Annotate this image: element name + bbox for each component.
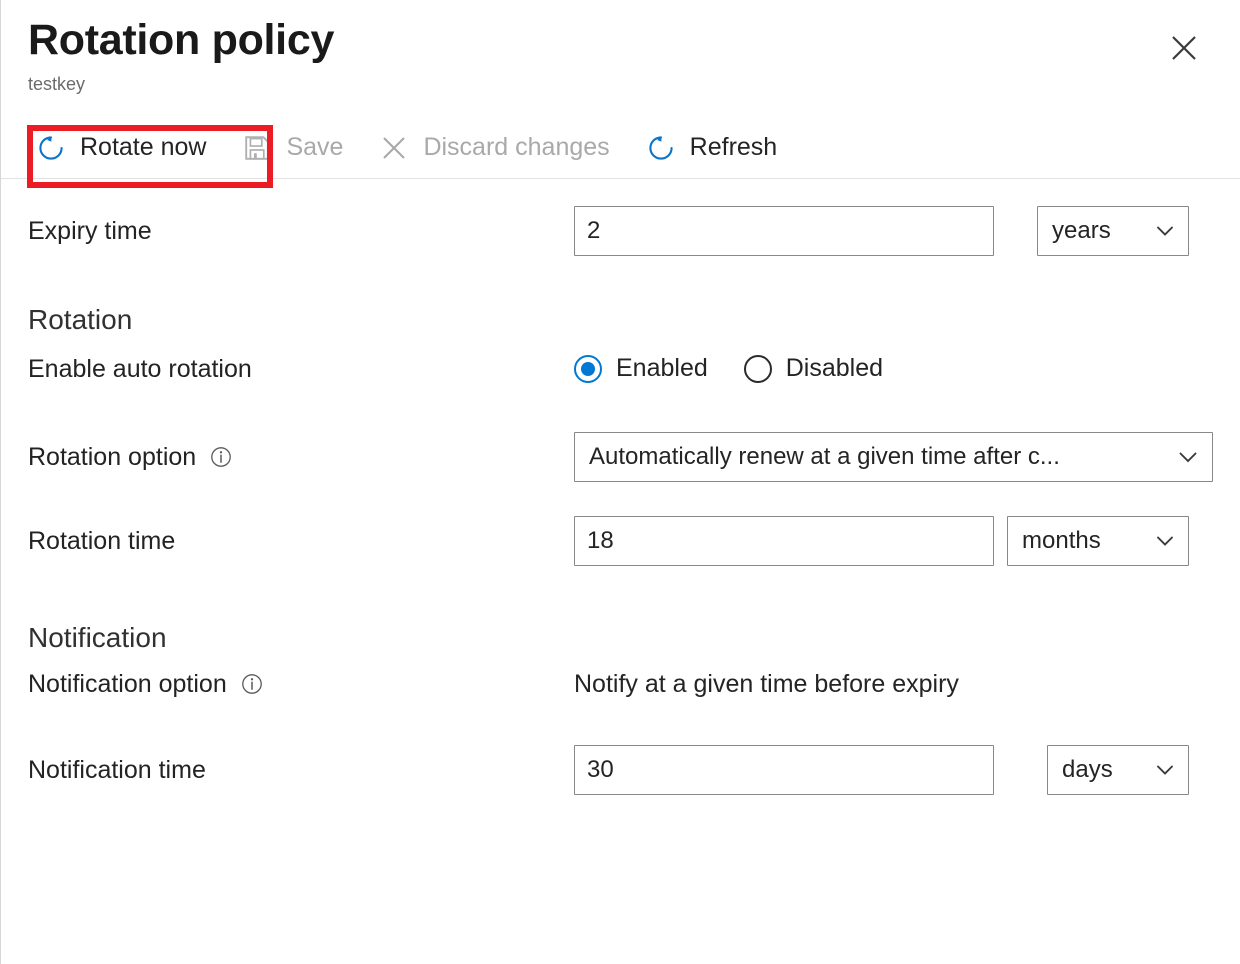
notification-time-row: Notification time days (28, 742, 1213, 798)
discard-icon (379, 133, 409, 163)
radio-option-enabled[interactable]: Enabled (574, 354, 708, 383)
rotation-time-label: Rotation time (28, 526, 175, 556)
expiry-time-row: Expiry time years (28, 203, 1213, 259)
notification-option-label: Notification option (28, 669, 227, 699)
rotation-option-row: Rotation option Automatically renew at a… (28, 429, 1213, 485)
enable-auto-rotation-label: Enable auto rotation (28, 354, 252, 384)
radio-enabled-mark (574, 355, 602, 383)
rotation-option-dropdown[interactable]: Automatically renew at a given time afte… (574, 432, 1213, 482)
notification-time-unit-slot: days (1047, 745, 1189, 795)
enable-auto-rotation-label-wrap: Enable auto rotation (28, 354, 574, 384)
notification-option-label-wrap: Notification option (28, 669, 574, 699)
close-icon (1169, 33, 1199, 63)
radio-disabled-label: Disabled (786, 354, 883, 383)
notification-time-label-wrap: Notification time (28, 755, 574, 785)
expiry-time-label: Expiry time (28, 216, 152, 246)
chevron-down-icon (1154, 759, 1176, 781)
rotation-time-unit-value: months (1022, 527, 1101, 555)
notification-time-label: Notification time (28, 755, 206, 785)
info-icon[interactable] (241, 673, 263, 695)
rotate-now-button[interactable]: Rotate now (28, 125, 216, 171)
notification-option-value: Notify at a given time before expiry (574, 669, 959, 699)
refresh-label: Refresh (690, 133, 778, 162)
save-icon (242, 133, 272, 163)
notification-option-row: Notification option Notify at a given ti… (28, 656, 1213, 712)
save-button[interactable]: Save (234, 125, 353, 171)
refresh-button[interactable]: Refresh (638, 125, 788, 171)
notification-time-input[interactable] (574, 745, 994, 795)
chevron-down-icon (1154, 530, 1176, 552)
expiry-unit-dropdown[interactable]: years (1037, 206, 1189, 256)
rotation-option-label: Rotation option (28, 442, 196, 472)
rotation-section-heading: Rotation (28, 303, 1213, 337)
radio-enabled-label: Enabled (616, 354, 708, 383)
chevron-down-icon (1176, 445, 1200, 469)
rotation-policy-blade: Rotation policy testkey Rotate now (0, 0, 1240, 964)
enable-auto-rotation-row: Enable auto rotation Enabled Disabled (28, 341, 1213, 397)
auto-rotation-radio-group: Enabled Disabled (574, 354, 883, 383)
rotate-icon (36, 133, 66, 163)
notification-time-unit-value: days (1062, 756, 1113, 784)
chevron-down-icon (1154, 220, 1176, 242)
radio-option-disabled[interactable]: Disabled (744, 354, 883, 383)
rotation-time-label-wrap: Rotation time (28, 526, 574, 556)
notification-section-heading: Notification (28, 621, 1213, 655)
discard-changes-label: Discard changes (423, 133, 609, 162)
radio-disabled-mark (744, 355, 772, 383)
blade-header: Rotation policy testkey (1, 0, 1240, 95)
rotation-option-label-wrap: Rotation option (28, 442, 574, 472)
rotation-time-unit-slot: months (1007, 516, 1189, 566)
rotation-policy-form: Expiry time years Rotation Enable auto r… (1, 203, 1240, 798)
rotate-now-label: Rotate now (80, 133, 206, 162)
page-subtitle: testkey (28, 74, 1212, 96)
discard-changes-button[interactable]: Discard changes (371, 125, 619, 171)
expiry-time-label-wrap: Expiry time (28, 216, 574, 246)
expiry-time-input[interactable] (574, 206, 994, 256)
rotation-option-value: Automatically renew at a given time afte… (589, 443, 1060, 471)
close-button[interactable] (1164, 28, 1204, 68)
page-title: Rotation policy (28, 18, 1212, 64)
command-toolbar: Rotate now Save Discard changes (1, 117, 1240, 179)
rotation-time-input[interactable] (574, 516, 994, 566)
expiry-unit-slot: years (1037, 206, 1189, 256)
info-icon[interactable] (210, 446, 232, 468)
rotation-time-row: Rotation time months (28, 513, 1213, 569)
notification-time-unit-dropdown[interactable]: days (1047, 745, 1189, 795)
refresh-icon (646, 133, 676, 163)
save-label: Save (286, 133, 343, 162)
rotation-time-unit-dropdown[interactable]: months (1007, 516, 1189, 566)
expiry-unit-value: years (1052, 217, 1111, 245)
